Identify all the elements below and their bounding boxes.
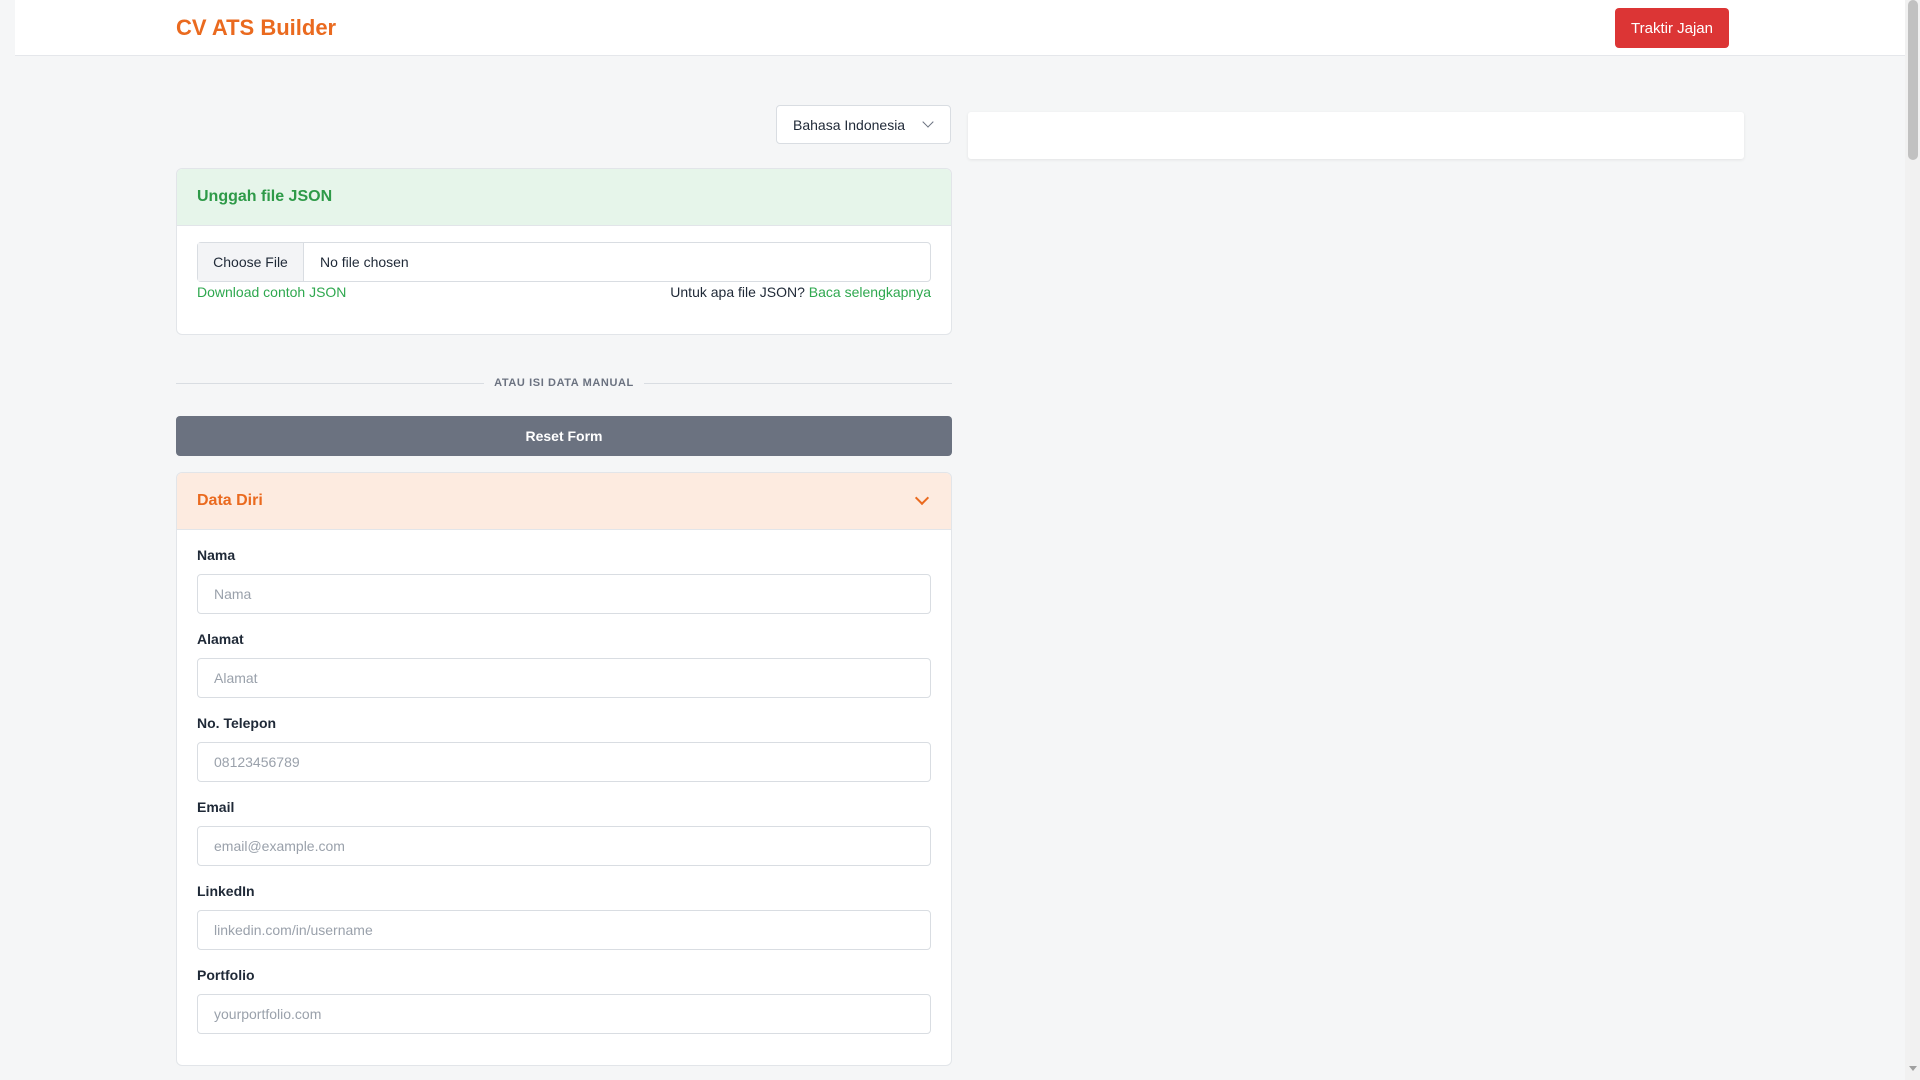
upload-json-card: Unggah file JSON Choose File No file cho…: [176, 168, 952, 335]
telepon-input[interactable]: [197, 742, 931, 782]
json-info-line: Untuk apa file JSON? Baca selengkapnya: [670, 284, 931, 300]
manual-entry-divider: ATAU ISI DATA MANUAL: [176, 374, 953, 392]
divider-line-right: [643, 382, 953, 384]
scrollbar-track[interactable]: [1905, 0, 1920, 1080]
divider-line-left: [176, 382, 485, 384]
nama-label: Nama: [197, 547, 236, 563]
data-diri-card: Data Diri Nama Alamat No. Telepon Email …: [176, 472, 952, 1066]
email-input[interactable]: [197, 826, 931, 866]
navbar: CV ATS Builder Traktir Jajan: [15, 0, 1905, 56]
cv-preview-panel: [968, 112, 1744, 159]
alamat-label: Alamat: [197, 631, 244, 647]
email-label: Email: [197, 799, 235, 815]
json-file-input[interactable]: Choose File No file chosen: [197, 242, 931, 282]
scroll-down-arrow-icon[interactable]: [1909, 1066, 1917, 1071]
linkedin-label: LinkedIn: [197, 883, 255, 899]
chevron-down-icon[interactable]: [914, 490, 930, 506]
alamat-input[interactable]: [197, 658, 931, 698]
divider-text: ATAU ISI DATA MANUAL: [494, 377, 634, 389]
language-select[interactable]: Bahasa Indonesia: [776, 105, 951, 144]
brand-title[interactable]: CV ATS Builder: [176, 15, 336, 41]
telepon-label: No. Telepon: [197, 715, 277, 731]
download-sample-json-link[interactable]: Download contoh JSON: [197, 284, 346, 300]
read-more-link[interactable]: Baca selengkapnya: [809, 284, 931, 300]
nama-input[interactable]: [197, 574, 931, 614]
scrollbar-thumb[interactable]: [1908, 0, 1918, 160]
data-diri-title: Data Diri: [197, 492, 263, 509]
chevron-down-icon: [922, 116, 934, 128]
reset-form-button[interactable]: Reset Form: [176, 416, 952, 456]
choose-file-button[interactable]: Choose File: [198, 243, 304, 281]
file-status-text: No file chosen: [320, 254, 409, 270]
json-info-text: Untuk apa file JSON?: [670, 284, 805, 300]
upload-json-title: Unggah file JSON: [177, 169, 951, 226]
linkedin-input[interactable]: [197, 910, 931, 950]
language-select-value: Bahasa Indonesia: [793, 116, 906, 133]
traktir-jajan-button[interactable]: Traktir Jajan: [1615, 8, 1729, 48]
data-diri-header[interactable]: Data Diri: [177, 473, 951, 530]
portfolio-label: Portfolio: [197, 967, 255, 983]
portfolio-input[interactable]: [197, 994, 931, 1034]
